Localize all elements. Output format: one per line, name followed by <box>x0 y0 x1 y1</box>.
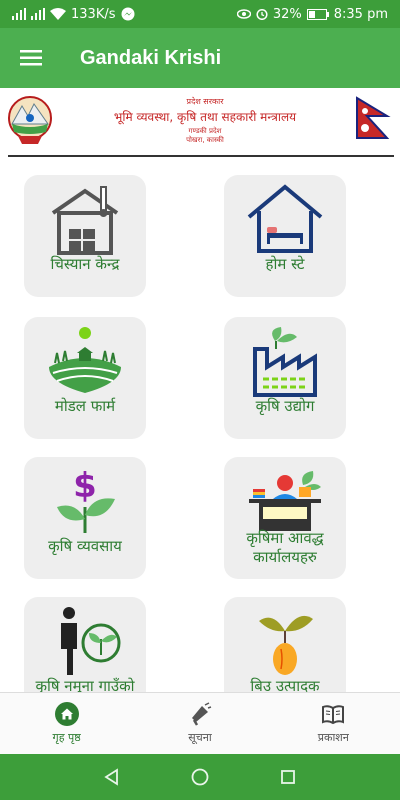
messenger-icon <box>121 7 134 21</box>
ministry-line-4: पोखरा, कास्की <box>186 136 224 144</box>
tile-label-line-2: कार्यालयहरु <box>253 548 317 566</box>
seed-icon <box>259 615 313 675</box>
recents-button[interactable] <box>277 766 299 788</box>
agri-business-icon: $ <box>57 466 115 533</box>
app-title: Gandaki Krishi <box>80 46 222 69</box>
agro-industry-icon <box>253 327 317 397</box>
tile-label: कृषि उद्योग <box>255 397 315 415</box>
nav-label: गृह पृष्ठ <box>52 731 81 744</box>
battery-percent: 32% <box>272 6 302 22</box>
header-divider <box>8 155 394 157</box>
network-speed: 133K/s <box>71 6 116 22</box>
ministry-text: प्रदेश सरकार भूमि व्यवस्था, कृषि तथा सहक… <box>60 96 350 145</box>
signal-icon <box>12 8 26 20</box>
nav-label: प्रकाशन <box>317 731 349 744</box>
nav-publications[interactable]: प्रकाशन <box>267 693 400 754</box>
home-circle-icon <box>191 768 209 786</box>
nav-notices[interactable]: सूचना <box>133 693 266 754</box>
recents-square-icon <box>281 770 295 784</box>
alarm-icon <box>256 8 268 20</box>
status-bar: 133K/s 32% 8:35 pm <box>0 0 400 28</box>
tile-offices[interactable]: कृषिमा आवद्ध कार्यालयहरु <box>224 457 346 579</box>
service-grid: चिस्यान केन्द्र होम स्टे मोडल फार्म कृषि… <box>0 160 400 692</box>
tile-model-farm[interactable]: मोडल फार्म <box>24 317 146 439</box>
tile-seed-producer[interactable]: बिउ उत्पादक <box>224 597 346 692</box>
tile-label: कृषि नमुना गाउँको <box>35 677 135 692</box>
nepal-flag-icon <box>356 96 391 139</box>
home-stay-icon <box>247 184 323 253</box>
government-header: प्रदेश सरकार भूमि व्यवस्था, कृषि तथा सहक… <box>0 88 400 160</box>
home-icon <box>54 702 79 726</box>
app-bar: Gandaki Krishi <box>0 28 400 88</box>
ministry-line-3: गण्डकी प्रदेश <box>188 127 222 135</box>
farmer-icon <box>61 607 121 675</box>
wifi-icon <box>50 8 66 20</box>
clock: 8:35 pm <box>333 6 388 22</box>
signal-icon-2 <box>31 8 45 20</box>
tile-label-line-1: कृषिमा आवद्ध <box>246 529 324 547</box>
home-system-button[interactable] <box>189 766 211 788</box>
cold-storage-icon <box>51 186 119 255</box>
megaphone-icon <box>191 702 212 726</box>
battery-icon <box>306 8 329 20</box>
svg-text:$: $ <box>73 466 97 506</box>
ministry-line-2: भूमि व्यवस्था, कृषि तथा सहकारी मन्त्रालय <box>113 110 297 124</box>
tile-label: बिउ उत्पादक <box>250 677 320 692</box>
back-button[interactable] <box>101 766 123 788</box>
nav-home[interactable]: गृह पृष्ठ <box>0 693 133 754</box>
tile-home-stay[interactable]: होम स्टे <box>224 175 346 297</box>
tile-agro-industry[interactable]: कृषि उद्योग <box>224 317 346 439</box>
tile-label: मोडल फार्म <box>54 397 116 415</box>
nav-label: सूचना <box>188 731 212 744</box>
tile-label: कृषि व्यवसाय <box>48 537 122 555</box>
ministry-line-1: प्रदेश सरकार <box>186 97 224 106</box>
tile-label: होम स्टे <box>265 255 305 273</box>
eye-icon <box>236 9 251 19</box>
nepal-emblem-icon <box>8 96 52 144</box>
hamburger-menu-icon <box>20 50 42 66</box>
office-desk-icon <box>249 471 321 531</box>
model-farm-icon <box>49 327 121 393</box>
tile-label: चिस्यान केन्द्र <box>50 255 120 273</box>
tile-label: कृषिमा आवद्ध कार्यालयहरु <box>224 529 346 567</box>
status-left: 133K/s <box>12 7 135 22</box>
back-triangle-icon <box>104 768 118 786</box>
tile-agri-business[interactable]: $ कृषि व्यवसाय <box>24 457 146 579</box>
menu-button[interactable] <box>0 28 62 88</box>
status-right: 32% 8:35 pm <box>236 6 388 22</box>
bottom-navigation: गृह पृष्ठ सूचना प्रकाशन <box>0 692 400 754</box>
system-navigation-bar <box>0 754 400 800</box>
tile-model-village[interactable]: कृषि नमुना गाउँको <box>24 597 146 692</box>
book-icon <box>322 705 345 725</box>
tile-cold-storage[interactable]: चिस्यान केन्द्र <box>24 175 146 297</box>
